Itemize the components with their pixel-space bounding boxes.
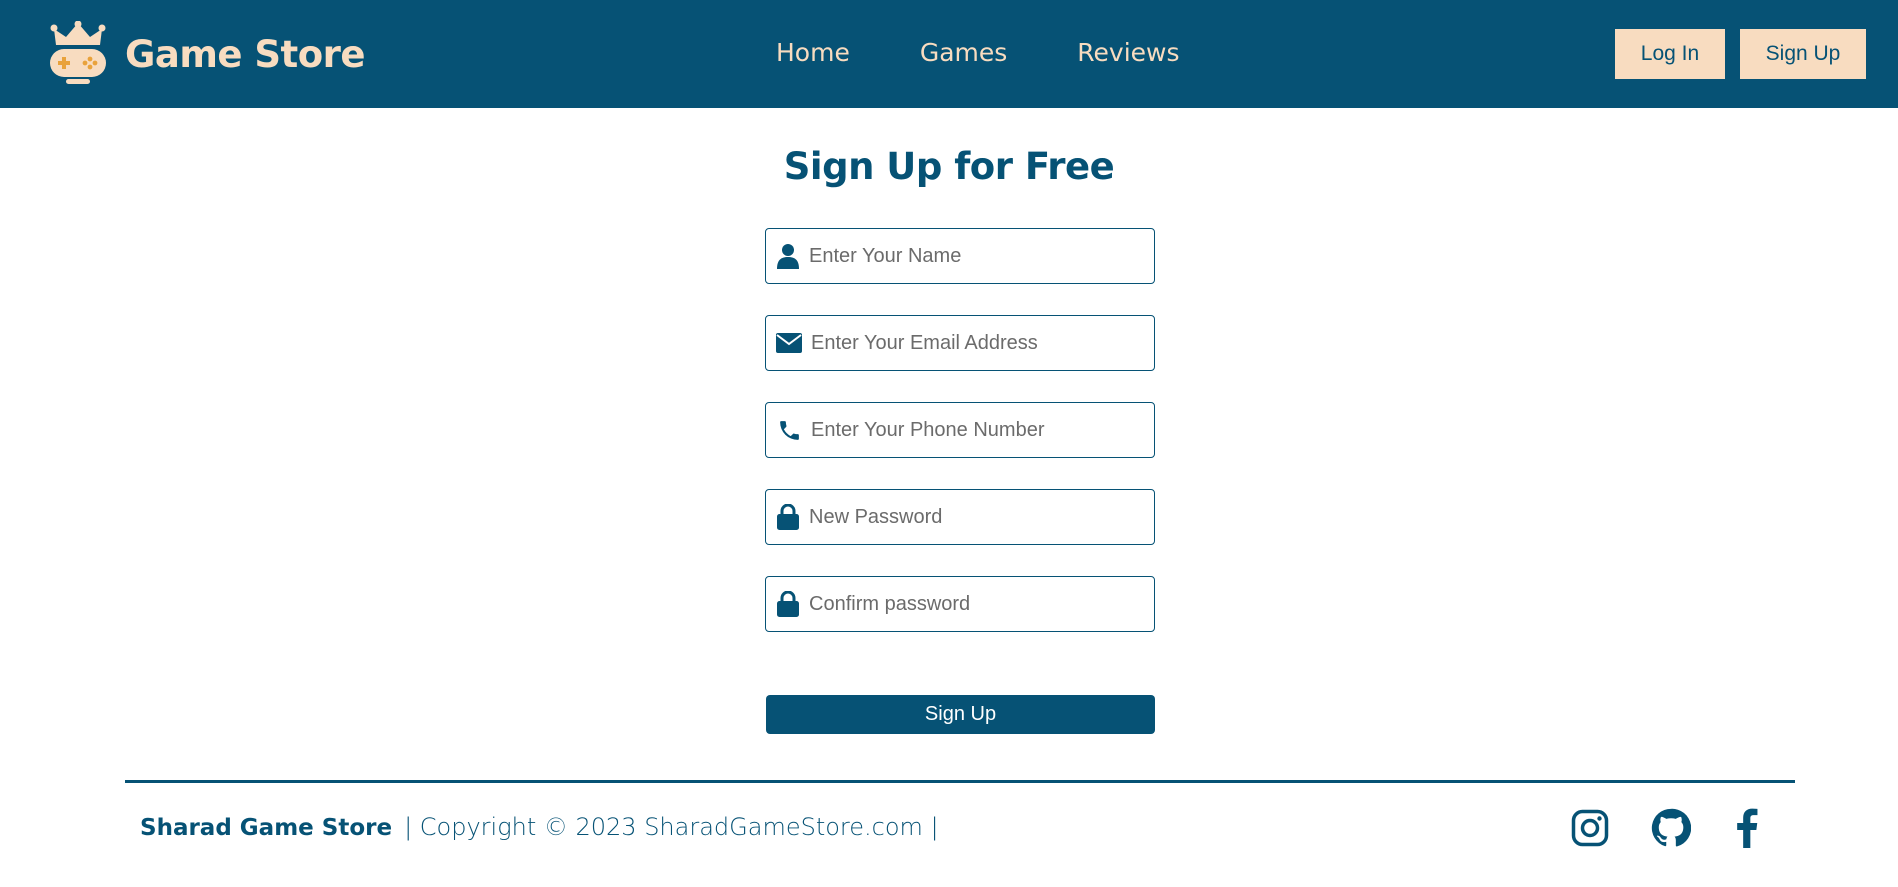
lock-icon [775,504,801,530]
name-input[interactable] [809,229,1154,283]
header-signup-button[interactable]: Sign Up [1740,29,1866,79]
phone-icon [775,417,803,443]
footer-divider [125,780,1795,783]
instagram-icon[interactable] [1570,808,1610,848]
login-button[interactable]: Log In [1615,29,1725,79]
email-field[interactable] [765,315,1155,371]
github-icon[interactable] [1651,808,1691,848]
confirm-password-input[interactable] [809,577,1154,631]
lock-icon [775,591,801,617]
main-nav: Home Games Reviews [776,36,1180,70]
confirm-password-field[interactable] [765,576,1155,632]
brand[interactable]: Game Store [48,20,365,88]
signup-submit-button[interactable]: Sign Up [766,695,1155,734]
page-title: Sign Up for Free [783,145,1115,188]
new-password-input[interactable] [809,490,1154,544]
name-field[interactable] [765,228,1155,284]
envelope-icon [775,330,803,356]
footer-copyright: | Copyright © 2023 SharadGameStore.com | [404,813,939,841]
nav-reviews-link[interactable]: Reviews [1077,36,1179,70]
top-navbar: Game Store Home Games Reviews Log In Sig… [0,0,1898,108]
footer-brand: Sharad Game Store [140,815,393,841]
phone-field[interactable] [765,402,1155,458]
user-icon [775,243,801,269]
nav-home-link[interactable]: Home [776,36,850,70]
new-password-field[interactable] [765,489,1155,545]
brand-title: Game Store [125,32,365,76]
facebook-icon[interactable] [1727,808,1767,848]
crown-controller-logo-icon [50,21,106,84]
footer: Sharad Game Store | Copyright © 2023 Sha… [140,813,939,841]
nav-games-link[interactable]: Games [920,36,1007,70]
email-input[interactable] [811,316,1154,370]
phone-input[interactable] [811,403,1154,457]
